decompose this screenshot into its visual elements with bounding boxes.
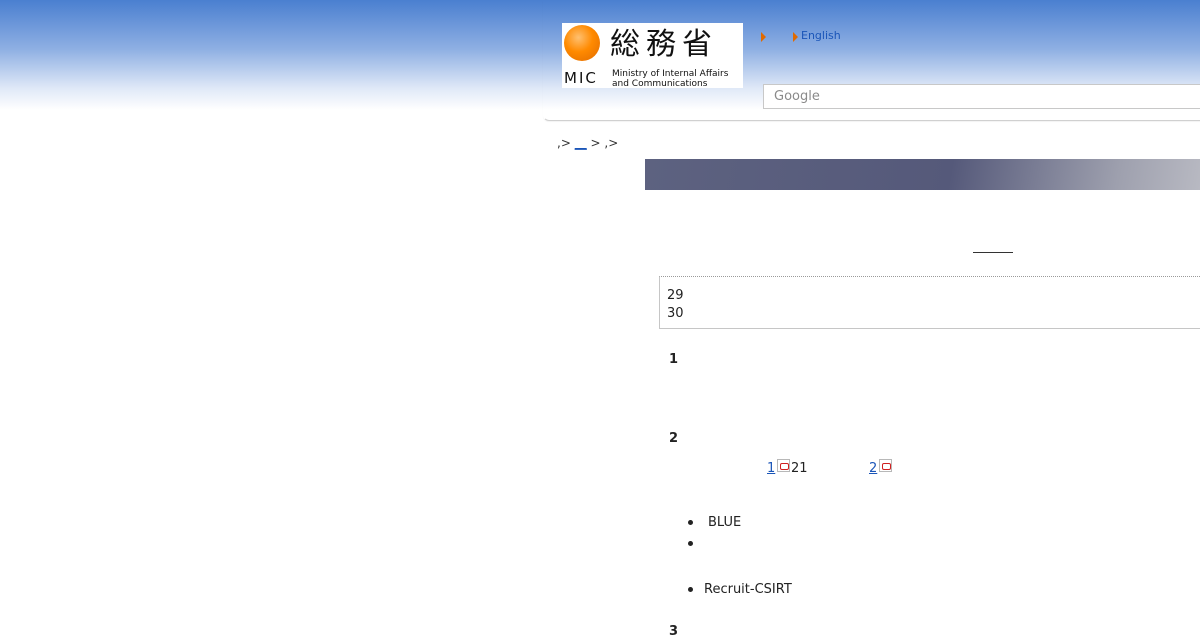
breadcrumb-link[interactable]: __: [575, 136, 587, 150]
breadcrumb-separator: ,>: [557, 136, 571, 150]
list-item: Recruit-CSIRT: [704, 582, 792, 597]
search-input[interactable]: [764, 85, 1200, 108]
page-title-bar: [645, 159, 1200, 190]
bullet-icon: [688, 541, 693, 546]
bullet-icon: [688, 587, 693, 592]
logo-ministry-name: Ministry of Internal Affairs and Communi…: [612, 69, 747, 89]
breadcrumb: ,> __ > ,>: [557, 136, 618, 150]
breadcrumb-separator: ,>: [604, 136, 619, 150]
section-number: 2: [669, 431, 679, 446]
logo-ministry-line1: Ministry of Internal Affairs: [612, 69, 729, 79]
english-link[interactable]: English: [801, 29, 841, 42]
underlined-link[interactable]: [973, 252, 1013, 253]
info-line: 30: [667, 306, 684, 321]
attachment-link-1[interactable]: 1: [767, 461, 775, 476]
logo-kanji: 総務省: [610, 27, 718, 62]
attachment-link-2[interactable]: 2: [869, 461, 877, 476]
pdf-icon: [777, 459, 790, 472]
info-box: [659, 276, 1200, 329]
info-line: 29: [667, 288, 684, 303]
bullet-icon: [688, 520, 693, 525]
section-number: 3: [669, 624, 679, 639]
mic-logo[interactable]: 総務省 MIC Ministry of Internal Affairs and…: [562, 23, 743, 89]
nav-arrow-icon[interactable]: [761, 32, 766, 42]
logo-abbrev: MIC: [564, 69, 598, 87]
attachment-text: 21: [791, 461, 808, 476]
pdf-icon: [879, 459, 892, 472]
section-number: 1: [669, 352, 679, 367]
logo-orange-ball-icon: [564, 25, 600, 61]
search-field[interactable]: [763, 84, 1200, 109]
breadcrumb-separator: >: [590, 136, 601, 150]
logo-ministry-line2: and Communications: [612, 79, 708, 89]
list-item: BLUE: [708, 515, 742, 530]
english-arrow-icon: [793, 32, 798, 42]
